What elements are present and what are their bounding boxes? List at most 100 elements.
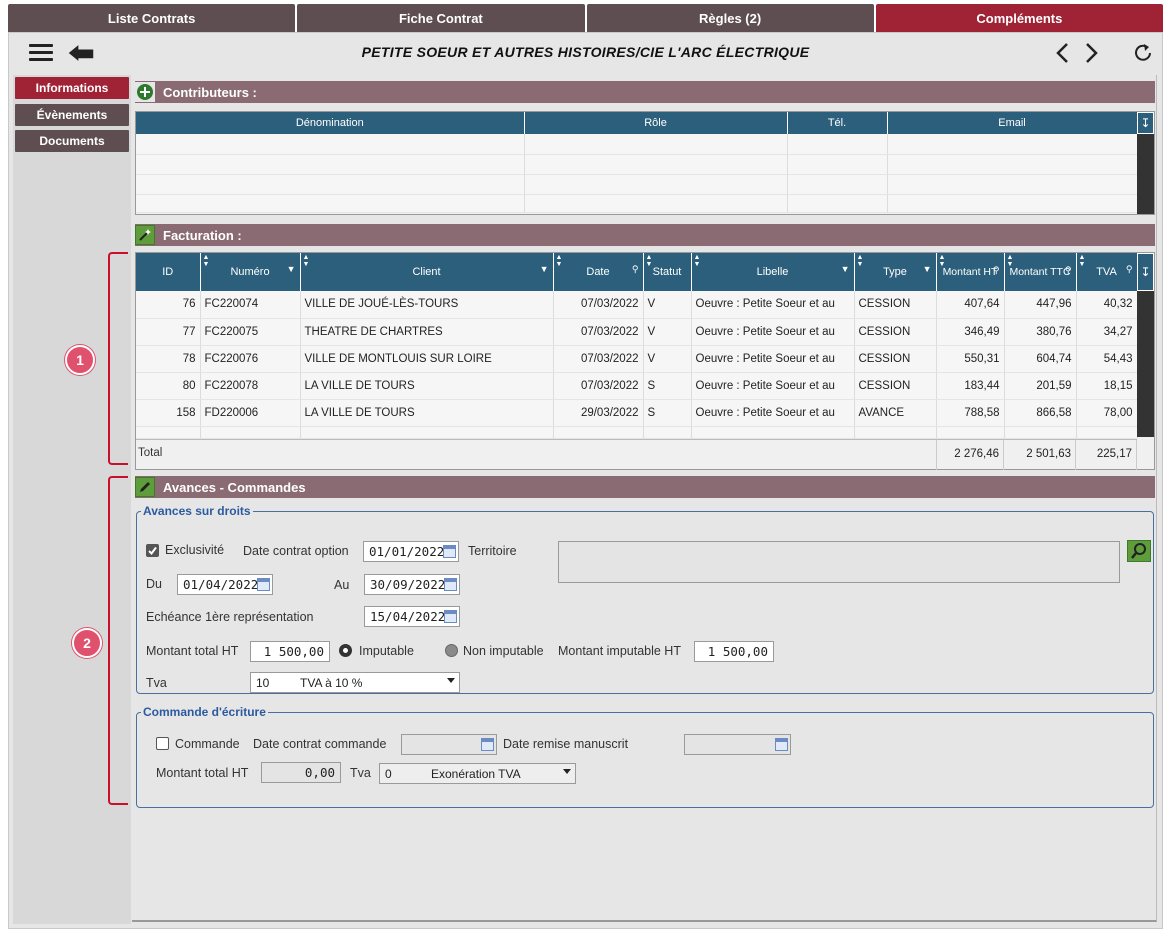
commande-label: Commande <box>175 737 240 751</box>
imputable-radio[interactable] <box>339 644 352 657</box>
col-numero[interactable]: ▲ ▼ Numéro ▼ <box>200 253 301 291</box>
date-contrat-option-input[interactable]: 01/01/2022 <box>363 541 459 562</box>
calendar-icon[interactable] <box>444 610 457 623</box>
calendar-icon[interactable] <box>443 545 456 558</box>
expand-icon[interactable]: ↧ <box>1137 253 1154 291</box>
table-row[interactable]: 158 FD220006 LA VILLE DE TOURS 29/03/2022 S O… <box>136 399 1138 427</box>
date-contrat-commande-input[interactable] <box>401 734 497 755</box>
facturation-header: Facturation : <box>135 224 1155 246</box>
montant-imputable-label: Montant imputable HT <box>558 644 681 658</box>
avances-title: Avances - Commandes <box>163 479 306 495</box>
du-label: Du <box>146 577 162 591</box>
commande-montant-input[interactable]: 0,00 <box>261 762 341 783</box>
table-cell: Oeuvre : Petite Soeur et au <box>691 291 855 319</box>
facturation-table-container: ID ▲ ▼ Numéro ▼ ▲ ▼ Client ▼ ▲ ▼ Date ⚲ ▲ ▼ Statut … <box>135 252 1155 470</box>
annotation-badge-2: 2 <box>72 628 102 658</box>
table-cell: 18,15 <box>1076 372 1138 400</box>
calendar-icon[interactable] <box>775 738 788 751</box>
au-input[interactable]: 30/09/2022 <box>364 574 460 595</box>
table-row[interactable]: 76 FC220074 VILLE DE JOUÉ-LÈS-TOURS 07/03/2… <box>136 291 1138 319</box>
table-cell: 40,32 <box>1076 291 1138 319</box>
table-row[interactable]: 77 FC220075 THEATRE DE CHARTRES 07/03/2022 V… <box>136 318 1138 346</box>
tva-select[interactable]: 10 TVA à 10 % <box>250 672 460 693</box>
montant-imputable-input[interactable]: 1 500,00 <box>694 641 774 662</box>
filter-icon: ▼ <box>922 264 932 274</box>
table-cell: 201,59 <box>1004 372 1077 400</box>
territoire-field[interactable] <box>558 541 1120 583</box>
refresh-icon[interactable] <box>1129 41 1157 65</box>
total-ttc: 2 501,63 <box>1004 440 1076 470</box>
calendar-icon[interactable] <box>481 738 494 751</box>
exclusivite-label: Exclusivité <box>165 543 225 557</box>
tab-fiche-contrat[interactable]: Fiche Contrat <box>297 4 585 32</box>
col-tva[interactable]: ▲ ▼ TVA ⚲ <box>1076 253 1138 291</box>
non-imputable-radio[interactable] <box>445 644 458 657</box>
contributeurs-table-container: Dénomination Rôle Tél. Email ↧ <box>135 111 1155 215</box>
col-id[interactable]: ID <box>136 253 201 291</box>
table-cell: Oeuvre : Petite Soeur et au <box>691 345 855 373</box>
date-remise-input[interactable] <box>684 734 791 755</box>
table-cell: VILLE DE MONTLOUIS SUR LOIRE <box>300 345 554 373</box>
commande-fieldset-title: Commande d'écriture <box>143 705 266 719</box>
du-input[interactable]: 01/04/2022 <box>177 574 273 595</box>
col-client[interactable]: ▲ ▼ Client ▼ <box>300 253 554 291</box>
commande-tva-select[interactable]: 0 Exonération TVA <box>379 763 576 784</box>
filter-icon: ▼ <box>840 264 850 274</box>
table-row[interactable]: 78 FC220076 VILLE DE MONTLOUIS SUR LOIRE 07… <box>136 345 1138 373</box>
table-cell: AVANCE <box>854 399 937 427</box>
table-cell: 407,64 <box>936 291 1005 319</box>
magic-wand-icon[interactable] <box>135 225 155 245</box>
date-contrat-commande-label: Date contrat commande <box>253 737 387 751</box>
search-icon[interactable] <box>1127 540 1151 562</box>
facturation-table: ID ▲ ▼ Numéro ▼ ▲ ▼ Client ▼ ▲ ▼ Date ⚲ ▲ ▼ Statut … <box>136 253 1138 439</box>
table-cell: FC220076 <box>200 345 301 373</box>
sidenav-item-informations[interactable]: Informations <box>15 77 129 99</box>
col-denomination[interactable]: Dénomination <box>136 112 525 134</box>
imputable-label: Imputable <box>359 644 414 658</box>
col-montant-ht[interactable]: ▲ ▼ Montant HT ⚲ <box>936 253 1005 291</box>
col-tel[interactable]: Tél. <box>787 112 888 134</box>
table-cell: Oeuvre : Petite Soeur et au <box>691 318 855 346</box>
table-cell: THEATRE DE CHARTRES <box>300 318 554 346</box>
commande-checkbox[interactable] <box>156 737 169 750</box>
exclusivite-checkbox[interactable] <box>146 544 159 557</box>
sidenav-item-documents[interactable]: Documents <box>15 130 129 152</box>
col-libelle[interactable]: ▲ ▼ Libelle ▼ <box>691 253 855 291</box>
table-row[interactable]: 80 FC220078 LA VILLE DE TOURS 07/03/2022 S Oe… <box>136 372 1138 400</box>
table-cell: 77 <box>136 318 201 346</box>
table-cell: V <box>643 318 692 346</box>
table-cell: CESSION <box>854 318 937 346</box>
tab-liste-contrats[interactable]: Liste Contrats <box>8 4 296 32</box>
table-cell: V <box>643 291 692 319</box>
calendar-icon[interactable] <box>257 578 270 591</box>
tab-regles[interactable]: Règles (2) <box>586 4 874 32</box>
table-cell: 07/03/2022 <box>553 345 644 373</box>
table-cell: 78,00 <box>1076 399 1138 427</box>
pencil-icon[interactable] <box>135 477 155 497</box>
expand-icon[interactable]: ↧ <box>1137 112 1154 134</box>
tva-label: Tva <box>146 676 167 690</box>
montant-total-input[interactable]: 1 500,00 <box>250 641 330 662</box>
table-row <box>136 134 1138 155</box>
search-icon: ⚲ <box>992 265 1000 275</box>
app-frame: PETITE SOEUR ET AUTRES HISTOIRES/CIE L'A… <box>8 32 1163 929</box>
tab-complements[interactable]: Compléments <box>875 4 1163 32</box>
echeance-input[interactable]: 15/04/2022 <box>364 606 460 627</box>
calendar-icon[interactable] <box>444 578 457 591</box>
sidenav-item-evenements[interactable]: Évènements <box>15 104 129 126</box>
col-email[interactable]: Email <box>887 112 1138 134</box>
scrollbar[interactable] <box>1137 291 1154 437</box>
chevron-left-icon[interactable] <box>1049 41 1077 65</box>
chevron-right-icon[interactable] <box>1077 41 1105 65</box>
col-montant-ttc[interactable]: ▲ ▼ Montant TTC ⚲ <box>1004 253 1077 291</box>
table-cell: 34,27 <box>1076 318 1138 346</box>
contributeurs-header: Contributeurs : <box>135 81 1155 103</box>
col-date[interactable]: ▲ ▼ Date ⚲ <box>553 253 644 291</box>
col-role[interactable]: Rôle <box>524 112 788 134</box>
col-statut[interactable]: ▲ ▼ Statut <box>643 253 692 291</box>
scrollbar[interactable] <box>1137 134 1154 214</box>
chevron-down-icon <box>447 678 455 683</box>
table-cell: Oeuvre : Petite Soeur et au <box>691 372 855 400</box>
add-icon[interactable] <box>135 82 155 102</box>
col-type[interactable]: ▲ ▼ Type ▼ <box>854 253 937 291</box>
